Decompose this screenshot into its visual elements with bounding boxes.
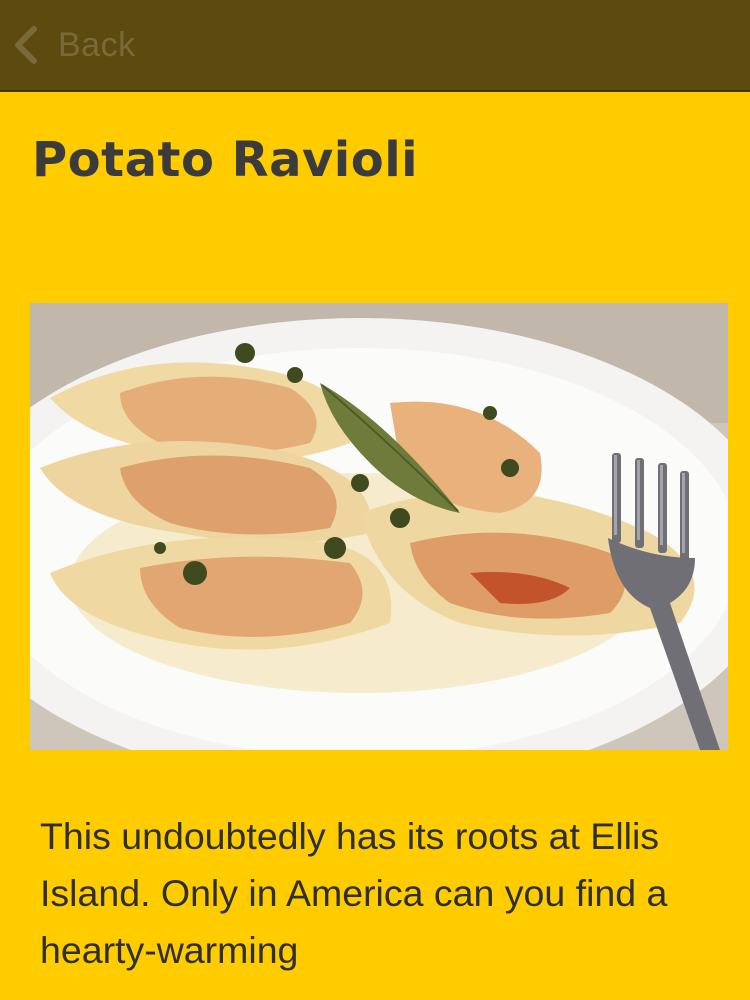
page-title: Potato Ravioli xyxy=(32,132,419,188)
recipe-photo xyxy=(30,303,728,750)
recipe-description: This undoubtedly has its roots at Ellis … xyxy=(40,815,668,971)
top-bar: Back xyxy=(0,0,750,92)
back-button[interactable]: Back xyxy=(10,15,148,75)
back-button-label: Back xyxy=(58,25,136,64)
chevron-left-icon xyxy=(15,26,37,64)
